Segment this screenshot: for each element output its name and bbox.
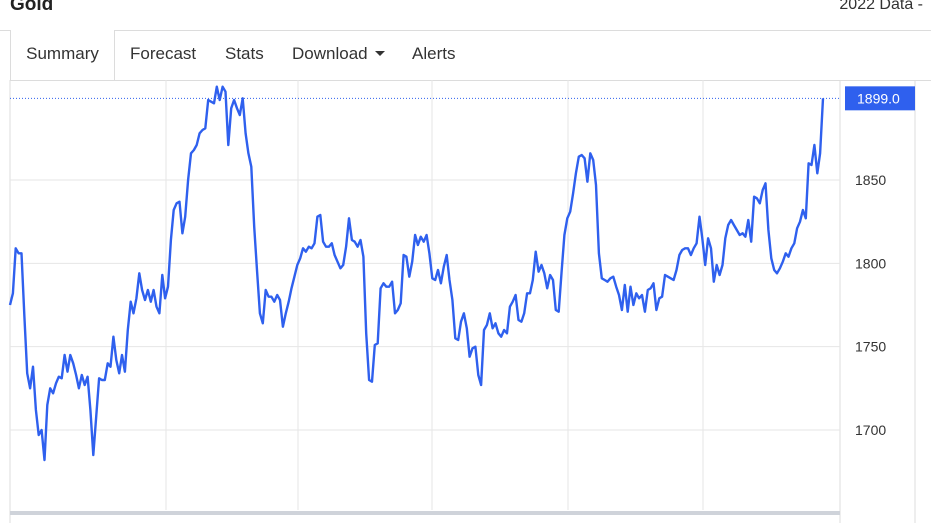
y-tick-label-1700: 1700 (855, 422, 886, 438)
y-tick-label-1750: 1750 (855, 339, 886, 355)
chevron-down-icon (374, 51, 385, 56)
tab-bar: Summary Forecast Stats Download Alerts (10, 30, 931, 81)
y-tick-label-1850: 1850 (855, 172, 886, 188)
page-title: Gold (10, 0, 54, 15)
tab-stats[interactable]: Stats (225, 30, 264, 79)
tab-alerts[interactable]: Alerts (412, 30, 455, 79)
tab-download[interactable]: Download (292, 30, 385, 79)
top-header: Gold 2022 Data - (0, 0, 931, 31)
price-chart: 1700 1750 1800 1850 1899.0 (0, 80, 931, 523)
series-line (8, 85, 825, 462)
last-value-label: 1899.0 (857, 90, 900, 106)
tab-forecast[interactable]: Forecast (130, 30, 196, 79)
y-tick-label-1800: 1800 (855, 255, 886, 271)
tab-summary[interactable]: Summary (10, 30, 115, 80)
tab-stats-label: Stats (225, 44, 264, 63)
tab-forecast-label: Forecast (130, 44, 197, 63)
tab-summary-label: Summary (26, 44, 99, 63)
tab-alerts-label: Alerts (412, 44, 456, 63)
chart-canvas: 1700 1750 1800 1850 1899.0 (8, 80, 916, 523)
tab-download-label: Download (292, 44, 368, 63)
data-year-link[interactable]: 2022 Data - (839, 0, 923, 14)
